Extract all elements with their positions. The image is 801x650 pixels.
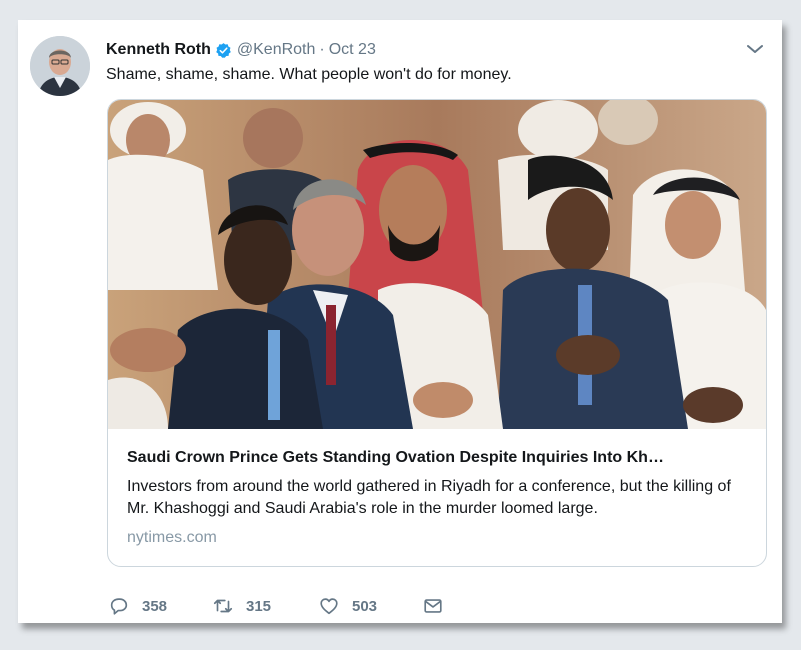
retweet-button[interactable]: 315 [212,594,271,618]
avatar[interactable] [30,36,90,96]
like-count: 503 [352,597,378,615]
author-name[interactable]: Kenneth Roth [106,41,211,59]
like-button[interactable]: 503 [318,594,377,618]
link-card-domain: nytimes.com [127,529,217,546]
avatar-image [30,36,90,96]
retweet-count: 315 [246,597,272,615]
reply-icon [110,598,128,615]
direct-message-button[interactable] [422,594,444,618]
tweet-header: Kenneth Roth @KenRoth · Oct 23 [106,40,376,60]
separator-dot: · [319,41,325,58]
tweet-date[interactable]: Oct 23 [329,41,376,59]
link-preview-card[interactable]: Saudi Crown Prince Gets Standing Ovation… [107,99,767,567]
link-card-title[interactable]: Saudi Crown Prince Gets Standing Ovation… [127,449,664,467]
retweet-icon [213,599,233,613]
reply-count: 358 [142,597,168,615]
author-handle[interactable]: @KenRoth [237,41,316,59]
link-card-description: Investors from around the world gathered… [127,478,731,517]
envelope-icon [424,599,442,613]
heart-icon [320,598,338,615]
verified-badge-icon [216,42,231,58]
tweet-card[interactable]: Kenneth Roth @KenRoth · Oct 23 Shame, sh… [18,20,782,623]
tweet-text: Shame, shame, shame. What people won't d… [106,66,512,83]
article-photo [108,100,766,429]
chevron-down-icon[interactable] [746,42,764,56]
reply-button[interactable]: 358 [108,594,167,618]
